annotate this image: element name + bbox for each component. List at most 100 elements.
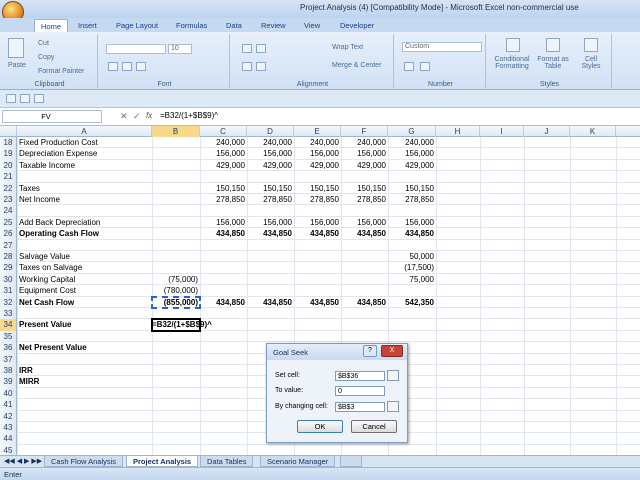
column-header-c[interactable]: C <box>200 126 247 137</box>
cell-b21[interactable] <box>152 171 198 182</box>
cell-g34[interactable] <box>388 319 434 330</box>
column-header-g[interactable]: G <box>388 126 436 137</box>
cell-c36[interactable] <box>200 342 245 353</box>
cell-g45[interactable] <box>388 445 434 455</box>
row-header[interactable]: 29 <box>0 262 17 274</box>
cell-e31[interactable] <box>294 285 339 296</box>
cell-e33[interactable] <box>294 308 339 319</box>
sheet-tab-cash-flow-analysis[interactable]: Cash Flow Analysis <box>44 456 124 467</box>
cell-b22[interactable] <box>152 183 198 194</box>
cell-f23[interactable]: 278,850 <box>341 194 386 205</box>
cell-a43[interactable] <box>19 422 149 433</box>
cell-g18[interactable]: 240,000 <box>388 137 434 148</box>
cell-a26[interactable]: Operating Cash Flow <box>19 228 149 239</box>
insert-sheet-icon[interactable] <box>340 456 362 467</box>
italic-icon[interactable] <box>122 62 132 71</box>
cell-a39[interactable]: MIRR <box>19 376 149 387</box>
cell-b43[interactable] <box>152 422 198 433</box>
sheet-nav-icons[interactable]: ◀◀ ◀ ▶ ▶▶ <box>4 457 42 465</box>
cell-f19[interactable]: 156,000 <box>341 148 386 159</box>
cell-c34[interactable] <box>200 319 245 330</box>
cell-c37[interactable] <box>200 354 245 365</box>
set-cell-input[interactable]: $B$36 <box>335 371 385 381</box>
cell-b29[interactable] <box>152 262 198 273</box>
cell-a31[interactable]: Equipment Cost <box>19 285 149 296</box>
help-button[interactable]: ? <box>363 345 377 357</box>
row-header[interactable]: 25 <box>0 216 17 229</box>
cell-a41[interactable] <box>19 399 149 410</box>
row-header[interactable]: 19 <box>0 148 17 160</box>
cell-a25[interactable]: Add Back Depreciation <box>19 217 149 228</box>
copy-button[interactable]: Copy <box>38 54 54 61</box>
cell-d35[interactable] <box>247 331 292 342</box>
cell-a44[interactable] <box>19 433 149 444</box>
cell-b26[interactable] <box>152 228 198 239</box>
cell-g26[interactable]: 434,850 <box>388 228 434 239</box>
cell-c42[interactable] <box>200 411 245 422</box>
cell-d28[interactable] <box>247 251 292 262</box>
cell-a34[interactable]: Present Value <box>19 319 149 330</box>
cell-a21[interactable] <box>19 171 149 182</box>
cell-b40[interactable] <box>152 388 198 399</box>
cell-f32[interactable]: 434,850 <box>341 297 386 308</box>
cell-e20[interactable]: 429,000 <box>294 160 339 171</box>
cell-f45[interactable] <box>341 445 386 455</box>
row-header[interactable]: 26 <box>0 228 17 240</box>
cell-d31[interactable] <box>247 285 292 296</box>
paste-button[interactable]: Paste <box>8 62 26 69</box>
cell-b36[interactable] <box>152 342 198 353</box>
cell-c29[interactable] <box>200 262 245 273</box>
cell-a29[interactable]: Taxes on Salvage <box>19 262 149 273</box>
cell-f35[interactable] <box>341 331 386 342</box>
undo-icon[interactable] <box>20 94 30 103</box>
cell-a30[interactable]: Working Capital <box>19 274 149 285</box>
goal-seek-titlebar[interactable]: Goal Seek ? X <box>267 344 407 360</box>
cell-g20[interactable]: 429,000 <box>388 160 434 171</box>
cell-d22[interactable]: 150,150 <box>247 183 292 194</box>
cell-a35[interactable] <box>19 331 149 342</box>
row-header[interactable]: 27 <box>0 239 17 251</box>
cell-d23[interactable]: 278,850 <box>247 194 292 205</box>
cell-d24[interactable] <box>247 205 292 216</box>
cell-f28[interactable] <box>341 251 386 262</box>
merge-center-button[interactable]: Merge & Center <box>332 62 381 69</box>
cell-b35[interactable] <box>152 331 198 342</box>
cell-a32[interactable]: Net Cash Flow <box>19 297 149 308</box>
column-header-d[interactable]: D <box>247 126 294 137</box>
row-header[interactable]: 22 <box>0 182 17 194</box>
cell-g19[interactable]: 156,000 <box>388 148 434 159</box>
cell-c27[interactable] <box>200 240 245 251</box>
cell-e25[interactable]: 156,000 <box>294 217 339 228</box>
align-top-icon[interactable] <box>242 44 252 53</box>
cell-c18[interactable]: 240,000 <box>200 137 245 148</box>
cell-b19[interactable] <box>152 148 198 159</box>
cell-c44[interactable] <box>200 433 245 444</box>
row-header[interactable]: 20 <box>0 159 17 172</box>
cell-styles-button[interactable]: Cell Styles <box>576 56 606 70</box>
cell-c32[interactable]: 434,850 <box>200 297 245 308</box>
cell-g22[interactable]: 150,150 <box>388 183 434 194</box>
cell-g31[interactable] <box>388 285 434 296</box>
cell-c39[interactable] <box>200 376 245 387</box>
cell-b30[interactable]: (75,000) <box>152 274 198 285</box>
cell-c26[interactable]: 434,850 <box>200 228 245 239</box>
cell-e21[interactable] <box>294 171 339 182</box>
cell-g24[interactable] <box>388 205 434 216</box>
cell-f21[interactable] <box>341 171 386 182</box>
cell-d33[interactable] <box>247 308 292 319</box>
cell-b38[interactable] <box>152 365 198 376</box>
row-header[interactable]: 39 <box>0 376 17 388</box>
cell-e29[interactable] <box>294 262 339 273</box>
tab-developer[interactable]: Developer <box>334 19 380 32</box>
row-header[interactable]: 21 <box>0 171 17 183</box>
conditional-formatting-icon[interactable] <box>506 38 520 52</box>
cell-c41[interactable] <box>200 399 245 410</box>
cell-b18[interactable] <box>152 137 198 148</box>
changing-cell-picker-icon[interactable] <box>387 401 399 412</box>
cell-c45[interactable] <box>200 445 245 455</box>
cell-a28[interactable]: Salvage Value <box>19 251 149 262</box>
format-as-table-icon[interactable] <box>546 38 560 52</box>
cell-d27[interactable] <box>247 240 292 251</box>
cell-c20[interactable]: 429,000 <box>200 160 245 171</box>
row-header[interactable]: 32 <box>0 296 17 308</box>
